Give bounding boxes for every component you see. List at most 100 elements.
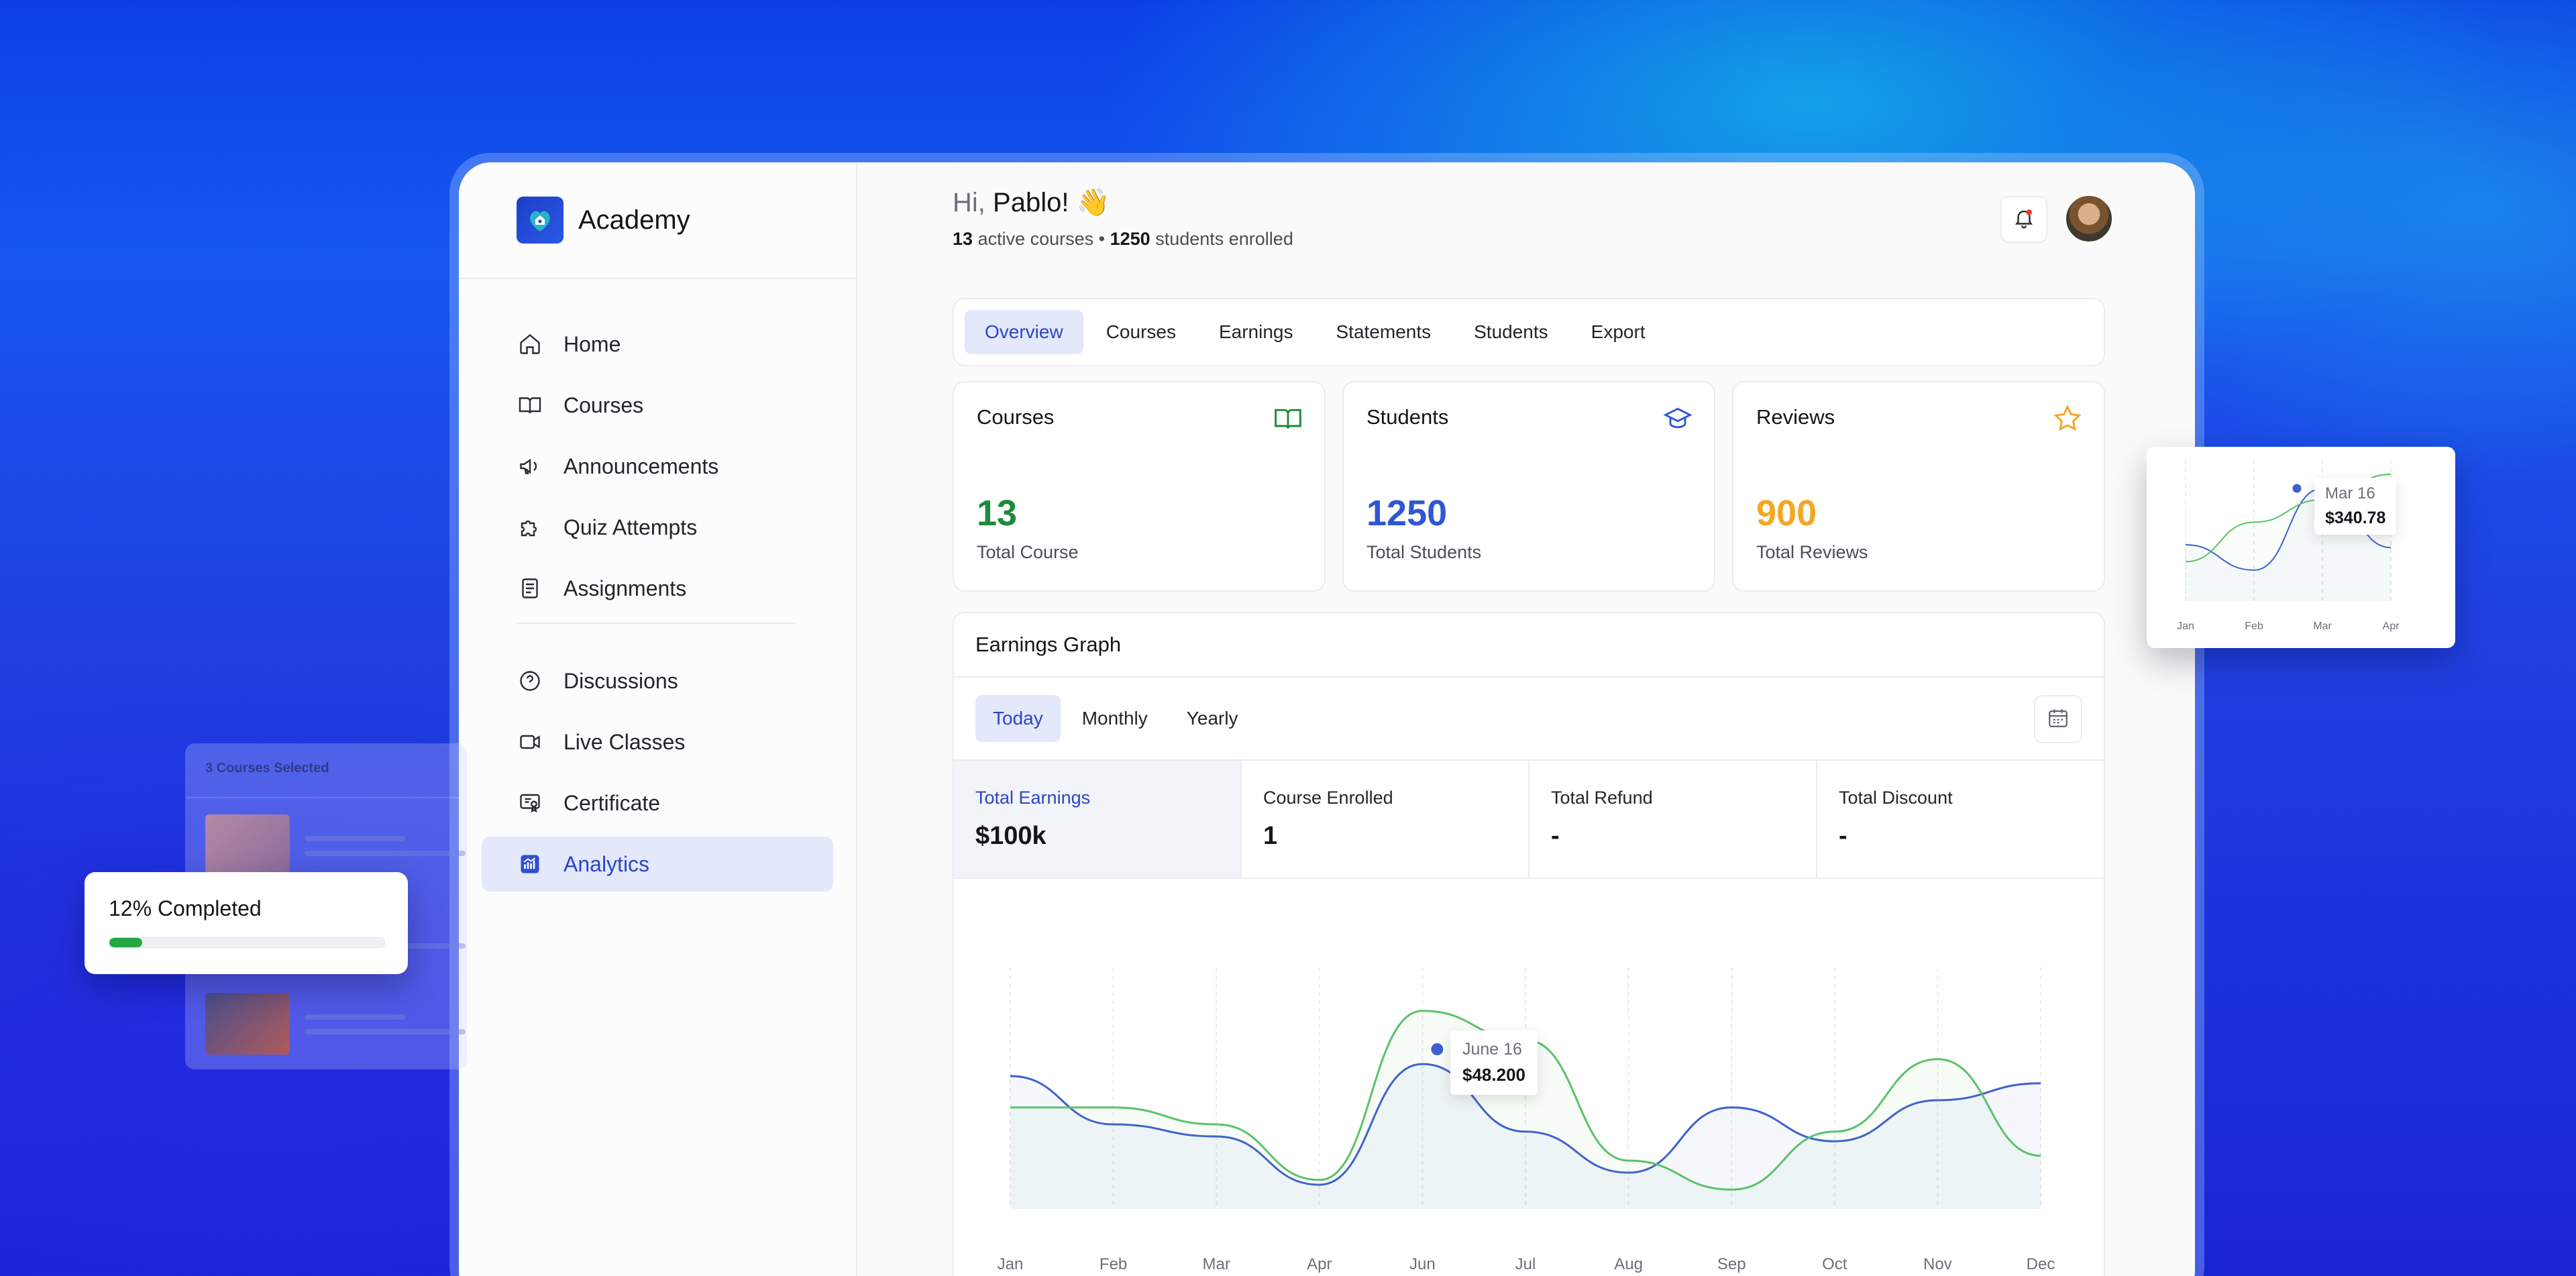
date-picker-button[interactable]: [2034, 695, 2082, 743]
x-tick-label: Aug: [1614, 1255, 1643, 1273]
x-tick-label: Nov: [1923, 1255, 1952, 1273]
x-tick-label: Apr: [1307, 1255, 1332, 1273]
range-today[interactable]: Today: [975, 695, 1061, 742]
sidebar-item-label: Live Classes: [564, 729, 686, 754]
x-tick-label: Sep: [1717, 1255, 1746, 1273]
open-book-icon: [1273, 404, 1303, 437]
students-count: 1250: [1110, 229, 1150, 249]
stat-title: Students: [1366, 405, 1449, 429]
tab-courses[interactable]: Courses: [1086, 310, 1196, 354]
metric-label: Total Discount: [1839, 788, 1953, 808]
tab-overview[interactable]: Overview: [965, 310, 1083, 354]
main-content: Hi, Pablo! 👋 13 active courses • 1250 st…: [857, 162, 2195, 1276]
video-icon: [517, 729, 543, 755]
sidebar-item-courses[interactable]: Courses: [482, 378, 833, 433]
greeting-prefix: Hi,: [953, 188, 985, 217]
puzzle-icon: [517, 514, 543, 541]
course-thumbnail[interactable]: [205, 993, 290, 1055]
chart-tooltip: June 16 $48.200: [1450, 1030, 1538, 1095]
sidebar-item-discussions[interactable]: Discussions: [482, 653, 833, 708]
document-icon: [517, 575, 543, 602]
metric-label: Total Earnings: [975, 788, 1091, 808]
metric-value: 1: [1263, 822, 1278, 850]
analytics-icon: [517, 851, 543, 878]
sidebar-item-label: Discussions: [564, 668, 678, 693]
sidebar-item-certificate[interactable]: Certificate: [482, 776, 833, 831]
reviews-stat-card[interactable]: Reviews 900 Total Reviews: [1732, 381, 2105, 592]
brand[interactable]: Academy: [459, 162, 856, 279]
tab-students[interactable]: Students: [1454, 310, 1568, 354]
certificate-icon: [517, 790, 543, 816]
tab-earnings[interactable]: Earnings: [1199, 310, 1313, 354]
sidebar-item-home[interactable]: Home: [482, 317, 833, 372]
sidebar-item-label: Courses: [564, 392, 644, 417]
course-panel-header: 3 Courses Selected: [185, 743, 467, 798]
x-tick-label: Feb: [1099, 1255, 1127, 1273]
active-courses-text: active courses •: [977, 229, 1106, 249]
mini-chart-svg: Jan Feb Mar Apr: [2177, 460, 2400, 632]
stat-value: 13: [977, 493, 1018, 533]
sidebar-item-label: Certificate: [564, 790, 661, 815]
book-icon: [517, 392, 543, 419]
x-tick-label: Apr: [2383, 621, 2400, 632]
placeholder-line: [305, 1014, 405, 1020]
tooltip-date: Mar 16: [2325, 484, 2375, 502]
greeting-subtitle: 13 active courses • 1250 students enroll…: [953, 229, 1293, 250]
x-tick-label: Oct: [1822, 1255, 1847, 1273]
greeting-name: Pablo! 👋: [993, 188, 1110, 217]
placeholder-line: [305, 851, 466, 856]
x-tick-label: Jul: [1515, 1255, 1536, 1273]
notifications-button[interactable]: [2000, 196, 2047, 243]
placeholder-line: [305, 836, 405, 841]
x-tick-label: Mar: [1203, 1255, 1230, 1273]
avatar[interactable]: [2065, 195, 2113, 243]
megaphone-icon: [517, 453, 543, 480]
stat-title: Reviews: [1756, 405, 1835, 429]
sidebar-item-assignments[interactable]: Assignments: [482, 561, 833, 616]
tab-bar: Overview Courses Earnings Statements Stu…: [953, 298, 2105, 366]
star-icon: [2053, 404, 2082, 437]
sidebar-item-label: Assignments: [564, 576, 687, 600]
mini-chart-card: Jan Feb Mar Apr Mar 16 $340.78: [2147, 447, 2455, 648]
sidebar-nav: Home Courses Announcements Quiz Attempts: [459, 279, 856, 892]
metric-value: -: [1551, 822, 1560, 850]
course-thumbnail[interactable]: [205, 814, 290, 876]
x-tick-label: Jan: [998, 1255, 1024, 1273]
sidebar: Academy Home Courses Announcements Quiz …: [459, 162, 857, 1276]
earnings-metrics: Total Earnings $100k Course Enrolled 1 T…: [954, 761, 2104, 879]
students-text: students enrolled: [1155, 229, 1293, 249]
sidebar-item-quiz-attempts[interactable]: Quiz Attempts: [482, 500, 833, 555]
tab-statements[interactable]: Statements: [1316, 310, 1451, 354]
greeting: Hi, Pablo! 👋 13 active courses • 1250 st…: [953, 187, 1293, 250]
hover-marker: [2290, 482, 2304, 495]
range-monthly[interactable]: Monthly: [1065, 695, 1165, 742]
stat-title: Courses: [977, 405, 1055, 429]
mini-chart-tooltip: Mar 16 $340.78: [2314, 478, 2397, 535]
tab-export[interactable]: Export: [1571, 310, 1666, 354]
range-yearly[interactable]: Yearly: [1169, 695, 1256, 742]
earnings-title: Earnings Graph: [954, 613, 2104, 678]
tooltip-value: $340.78: [2325, 509, 2386, 527]
stat-subtitle: Total Students: [1366, 542, 1482, 562]
sidebar-item-analytics[interactable]: Analytics: [482, 837, 833, 892]
range-selector: Today Monthly Yearly: [954, 678, 2104, 761]
hover-marker: [1428, 1041, 1446, 1058]
stat-subtitle: Total Course: [977, 542, 1079, 562]
earnings-graph-card: Earnings Graph Today Monthly Yearly Tota…: [953, 612, 2105, 1276]
app-window: Academy Home Courses Announcements Quiz …: [459, 162, 2195, 1276]
x-tick-label: Jan: [2177, 621, 2194, 632]
students-stat-card[interactable]: Students 1250 Total Students: [1342, 381, 1715, 592]
metric-total-refund[interactable]: Total Refund -: [1529, 761, 1817, 878]
courses-stat-card[interactable]: Courses 13 Total Course: [953, 381, 1326, 592]
sidebar-item-live-classes[interactable]: Live Classes: [482, 714, 833, 769]
metric-label: Total Refund: [1551, 788, 1653, 808]
stat-subtitle: Total Reviews: [1756, 542, 1868, 562]
sidebar-item-announcements[interactable]: Announcements: [482, 439, 833, 494]
bell-icon: [2012, 207, 2035, 233]
x-tick-label: Mar: [2313, 621, 2332, 632]
academy-logo-icon: [517, 197, 564, 244]
earnings-chart: Jan Feb Mar Apr Jun Jul Aug Sep Oct Nov Dec June 1…: [954, 880, 2104, 1276]
metric-course-enrolled[interactable]: Course Enrolled 1: [1242, 761, 1529, 878]
metric-total-earnings[interactable]: Total Earnings $100k: [954, 761, 1242, 878]
metric-total-discount[interactable]: Total Discount -: [1817, 761, 2104, 878]
